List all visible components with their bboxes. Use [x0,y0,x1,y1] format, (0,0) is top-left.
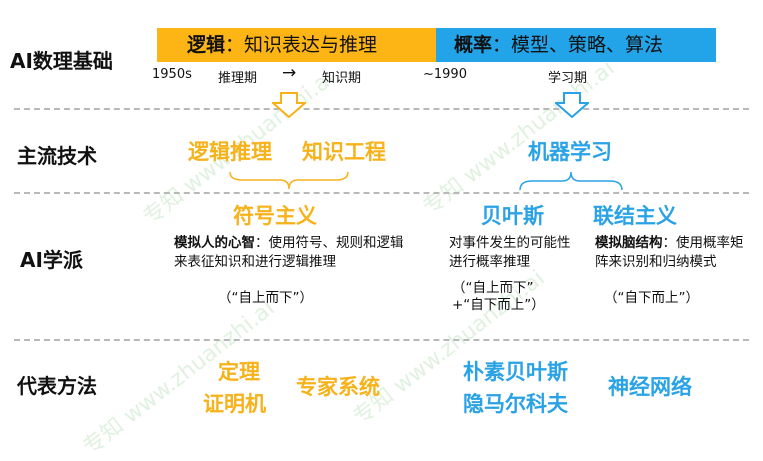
down-arrow-icon [555,92,589,118]
row-label-foundation: AI数理基础 [10,49,113,73]
machine-learning: 机器学习 [528,140,612,164]
probability-banner-title: 概率 [454,34,493,56]
logic-banner-title: 逻辑 [187,34,226,56]
brace-icon [519,171,623,191]
method-expert-system: 专家系统 [296,375,380,399]
timeline-reasoning: 推理期 [218,71,258,86]
timeline-start: 1950s [152,67,192,82]
knowledge-engineering: 知识工程 [302,140,386,164]
probability-banner-text: ：模型、策略、算法 [492,34,664,56]
timeline-learning: 学习期 [548,71,588,86]
symbolism-description: 模拟人的心智：使用符号、规则和逻辑来表征知识和进行逻辑推理 [174,234,414,272]
bayesian-description: 对事件发生的可能性进行概率推理 [449,235,571,270]
logic-reasoning: 逻辑推理 [188,140,272,164]
bayesian-direction-1: （“自上而下” [452,280,534,296]
divider [14,192,749,194]
row-label-schools: AI学派 [20,248,83,272]
method-theorem-prover-line1: 定理 [218,360,260,384]
symbolism-title: 符号主义 [233,204,317,228]
connectionism-description: 模拟脑结构：使用概率矩阵来识别和归纳模式 [595,234,755,272]
method-neural-network: 神经网络 [608,375,692,399]
bayesian-title: 贝叶斯 [481,204,544,228]
probability-banner: 概率：模型、策略、算法 [436,28,716,62]
logic-banner: 逻辑：知识表达与推理 [157,28,436,62]
row-label-mainstream: 主流技术 [17,144,97,168]
symbolism-description-bold: 模拟人的心智 [174,235,255,251]
divider [14,108,749,110]
connectionism-direction: （“自下而上”） [604,290,699,306]
symbolism-direction: （“自上而下”） [218,290,313,306]
method-hmm: 隐马尔科夫 [463,392,568,416]
down-arrow-icon [272,92,306,118]
timeline-1990: ~1990 [423,67,467,82]
method-naive-bayes: 朴素贝叶斯 [463,360,568,384]
brace-icon [229,171,349,190]
connectionism-description-bold: 模拟脑结构 [595,235,663,251]
row-label-methods: 代表方法 [17,374,97,398]
bayesian-direction-2: +“自下而上”） [452,297,545,313]
method-theorem-prover-line2: 证明机 [203,392,266,416]
divider [14,339,749,341]
timeline-arrow-icon: → [282,63,297,83]
timeline-knowledge: 知识期 [322,71,362,86]
logic-banner-text: ：知识表达与推理 [225,34,378,56]
connectionism-title: 联结主义 [593,204,677,228]
